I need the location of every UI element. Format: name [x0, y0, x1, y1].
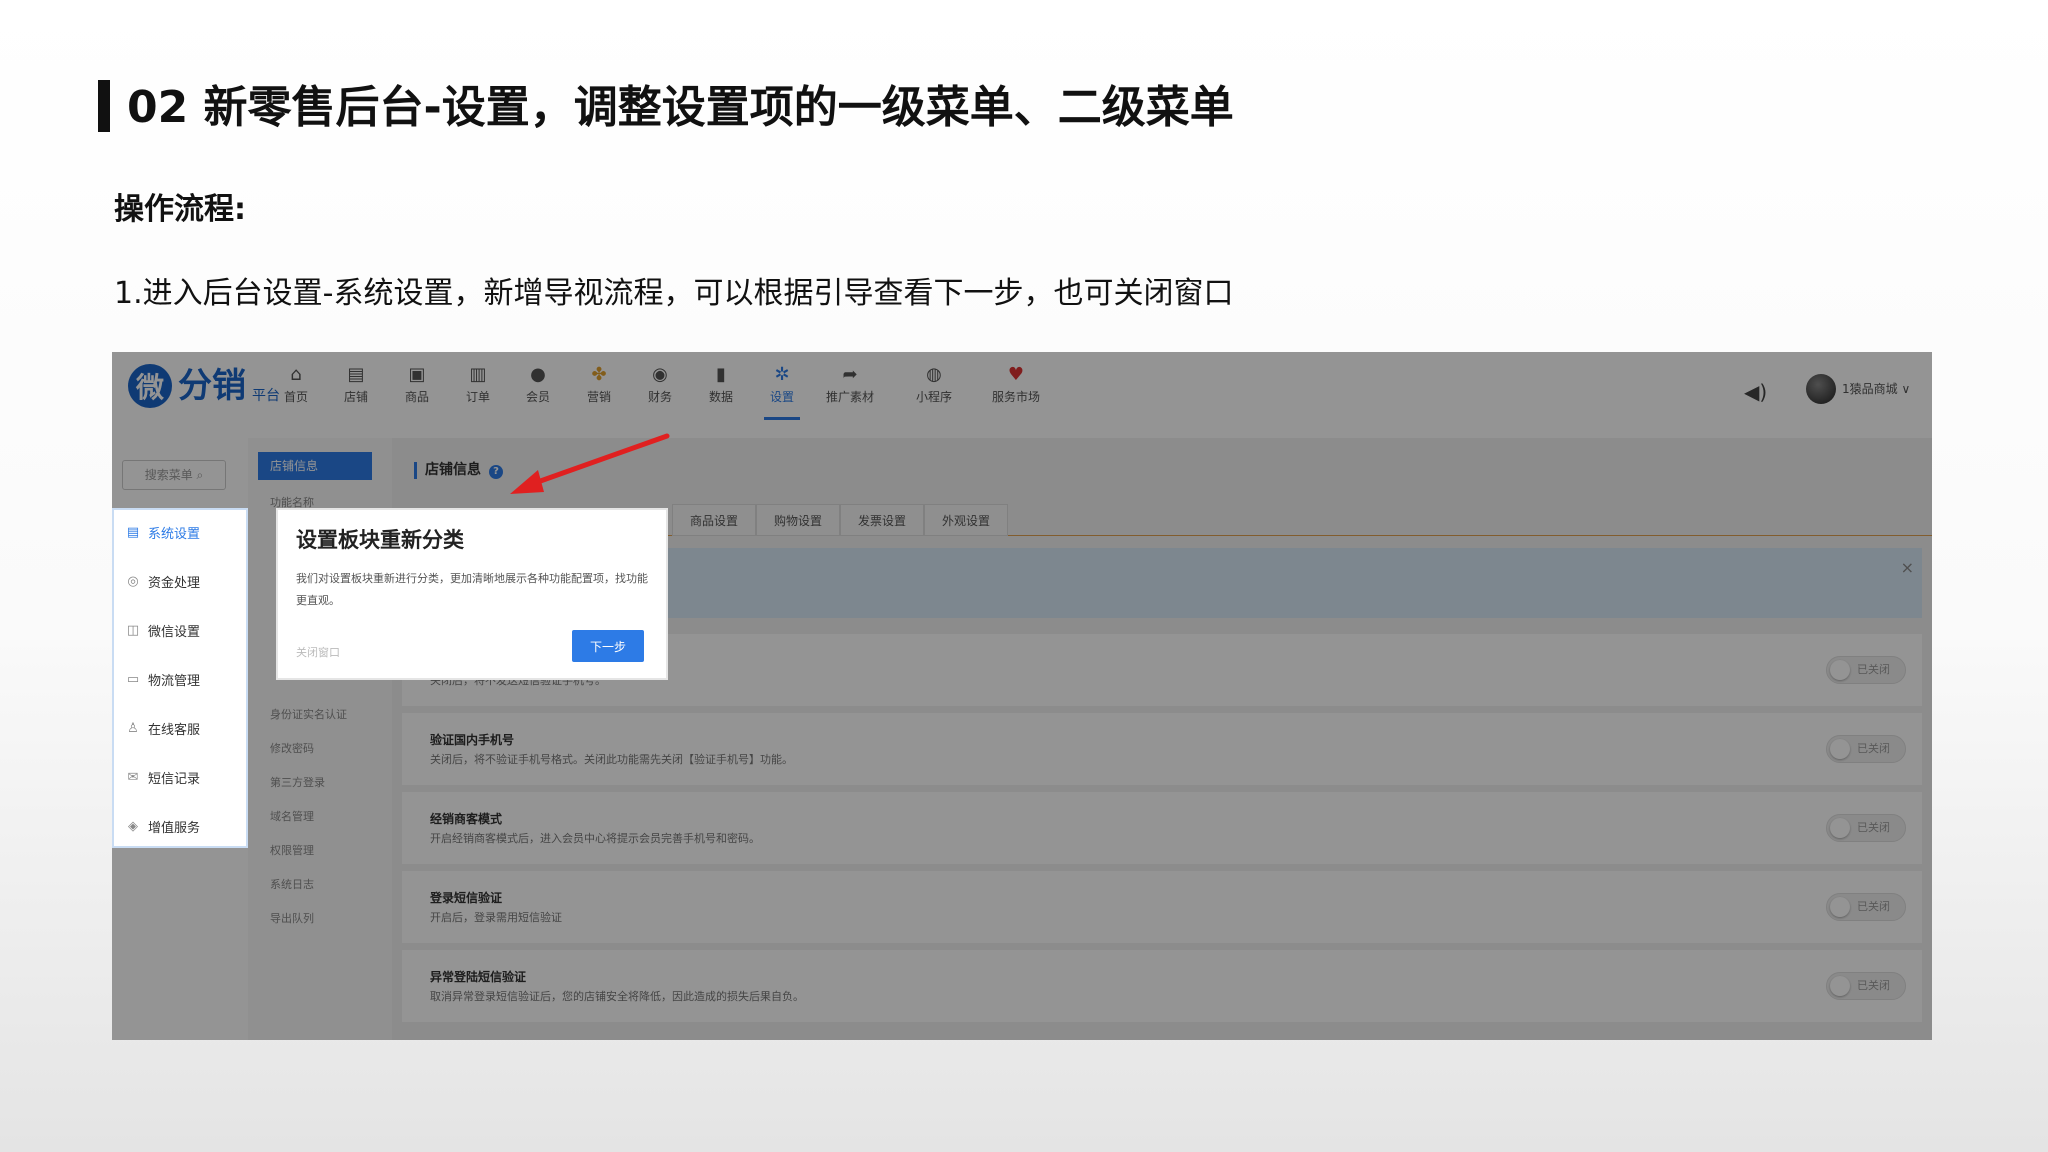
slide-title: 02 新零售后台-设置，调整设置项的一级菜单、二级菜单 [127, 82, 1234, 133]
sidebar-item-label: 短信记录 [148, 771, 201, 787]
sidebar-item-label: 微信设置 [148, 624, 201, 640]
popup-title: 设置板块重新分类 [296, 528, 464, 552]
section-label: 操作流程: [114, 192, 246, 227]
sidebar-item-wechat[interactable]: ◫ 微信设置 [126, 618, 200, 642]
popup-body: 我们对设置板块重新进行分类，更加清晰地展示各种功能配置项，找功能更直观。 [296, 572, 648, 607]
sidebar-item-label: 物流管理 [148, 673, 201, 689]
service-icon: ◈ [128, 818, 138, 834]
sidebar-item-system-settings[interactable]: ▤ 系统设置 [126, 520, 200, 544]
wechat-icon: ◫ [126, 622, 140, 638]
user-icon: ♙ [127, 720, 139, 736]
next-step-button[interactable]: 下一步 [572, 630, 644, 662]
sidebar-item-label: 资金处理 [148, 575, 201, 591]
sidebar-item-funds[interactable]: ◎ 资金处理 [126, 569, 200, 593]
close-window-link[interactable]: 关闭窗口 [296, 644, 340, 660]
truck-icon: ▭ [126, 671, 140, 687]
slide-title-bar [98, 80, 110, 132]
modal-overlay [112, 352, 1932, 1040]
sidebar-item-sms-records[interactable]: ✉ 短信记录 [126, 765, 200, 789]
sidebar-item-value-added[interactable]: ◈ 增值服务 [126, 814, 200, 838]
sidebar-item-customer-service[interactable]: ♙ 在线客服 [126, 716, 200, 740]
sidebar-item-label: 增值服务 [148, 820, 201, 836]
mail-icon: ✉ [127, 769, 139, 785]
highlighted-level1-menu: ▤ 系统设置 ◎ 资金处理 ◫ 微信设置 ▭ 物流管理 ♙ 在线客服 ✉ 短信记录 ◈ 增值服… [112, 508, 248, 848]
sidebar-item-label: 在线客服 [148, 722, 201, 738]
sidebar-item-label: 系统设置 [148, 526, 201, 542]
app-screenshot: 微 分销 平台 ⌂ 首页 ▤ 店铺 ▣ 商品 ▥ 订单 ● 会员 ✤ 营销 ◉ 财务 ▮ 数据 … [112, 352, 1932, 1040]
money-icon: ◎ [127, 573, 139, 589]
document-icon: ▤ [126, 524, 140, 540]
step-text: 1.进入后台设置-系统设置，新增导视流程，可以根据引导查看下一步，也可关闭窗口 [114, 276, 1234, 311]
guide-popup: 设置板块重新分类 我们对设置板块重新进行分类，更加清晰地展示各种功能配置项，找功… [276, 508, 668, 680]
sidebar-item-logistics[interactable]: ▭ 物流管理 [126, 667, 200, 691]
